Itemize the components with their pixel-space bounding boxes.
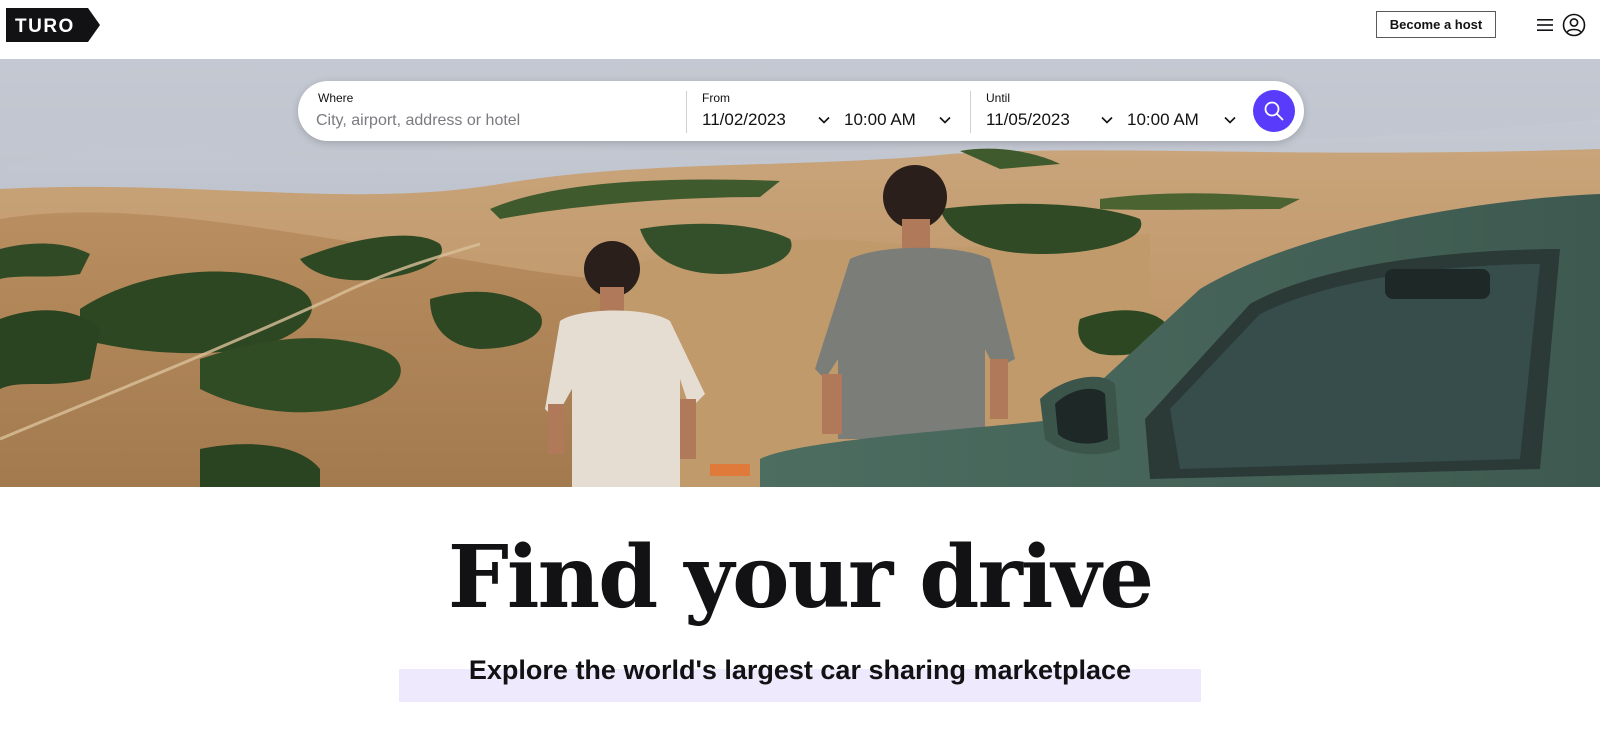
until-label: Until bbox=[986, 91, 1011, 105]
from-date-value: 11/02/2023 bbox=[702, 110, 786, 129]
site-header: TURO Become a host bbox=[0, 0, 1600, 59]
from-time-select[interactable]: 10:00 AM bbox=[844, 107, 934, 133]
become-a-host-button[interactable]: Become a host bbox=[1376, 11, 1496, 38]
search-button[interactable] bbox=[1253, 90, 1295, 132]
hero-headline: Find your drive bbox=[447, 527, 1154, 628]
search-divider bbox=[970, 91, 971, 133]
user-account-icon[interactable] bbox=[1562, 13, 1586, 37]
until-time-select[interactable]: 10:00 AM bbox=[1127, 107, 1217, 133]
hero-subheadline: Explore the world's largest car sharing … bbox=[468, 655, 1132, 685]
svg-text:TURO: TURO bbox=[15, 16, 75, 37]
search-divider bbox=[686, 91, 687, 133]
chevron-down-icon[interactable] bbox=[817, 113, 831, 127]
from-label: From bbox=[702, 91, 730, 105]
until-date-value: 11/05/2023 bbox=[986, 110, 1070, 129]
chevron-down-icon[interactable] bbox=[1223, 113, 1237, 127]
chevron-down-icon[interactable] bbox=[938, 113, 952, 127]
chevron-down-icon[interactable] bbox=[1100, 113, 1114, 127]
magnifier-search-icon bbox=[1264, 101, 1284, 121]
turo-logo[interactable]: TURO bbox=[6, 8, 100, 42]
where-input[interactable] bbox=[316, 109, 666, 133]
trip-search-bar: Where From 11/02/2023 10:00 AM Until 11/… bbox=[298, 81, 1304, 141]
where-label: Where bbox=[318, 91, 354, 105]
from-time-value: 10:00 AM bbox=[844, 110, 916, 129]
until-time-value: 10:00 AM bbox=[1127, 110, 1199, 129]
hamburger-menu-icon[interactable] bbox=[1536, 16, 1554, 34]
